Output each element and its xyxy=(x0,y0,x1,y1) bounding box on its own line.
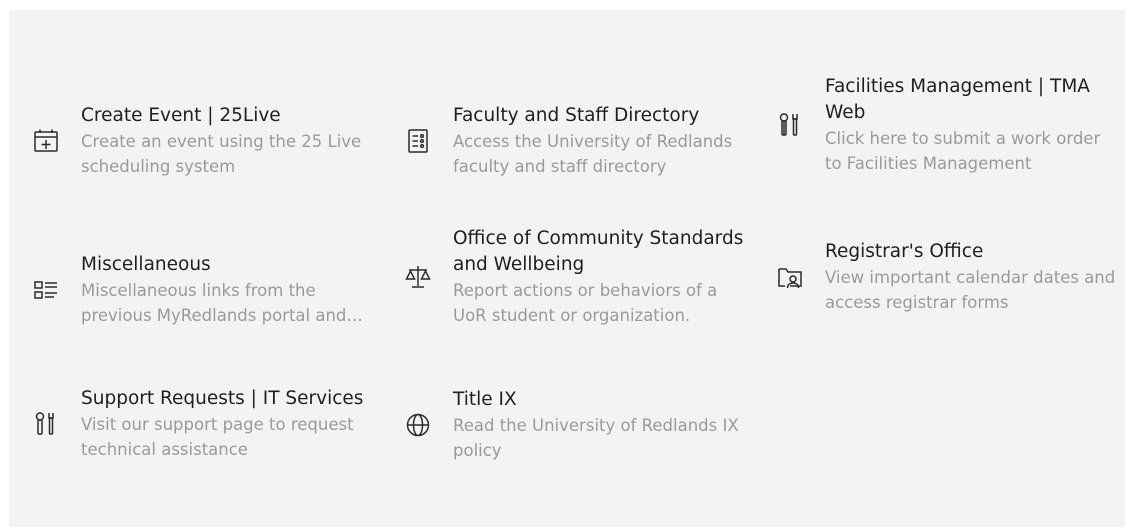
tile-description: Miscellaneous links from the previous My… xyxy=(81,281,347,325)
tile-description: Access the University of Redlands facult… xyxy=(453,132,733,176)
tile-title: Title IX xyxy=(453,389,517,410)
tile-title: Create Event | 25Live xyxy=(81,105,281,126)
tile-miscellaneous[interactable]: Miscellaneous Miscellaneous links from t… xyxy=(33,225,373,355)
globe-icon xyxy=(405,412,431,438)
folder-person-icon xyxy=(777,264,803,290)
list-icon xyxy=(33,277,59,303)
tile-office-community-standards[interactable]: Office of Community Standards and Wellbe… xyxy=(405,212,745,342)
tile-create-event[interactable]: Create Event | 25Live Create an event us… xyxy=(33,76,373,206)
tile-title: Facilities Management | TMA Web xyxy=(825,76,1090,123)
tools-icon xyxy=(33,411,59,437)
tile-support-requests[interactable]: Support Requests | IT Services Visit our… xyxy=(33,359,373,489)
tile-description: View important calendar dates and access… xyxy=(825,268,1116,312)
tile-description: Report actions or behaviors of a UoR stu… xyxy=(453,281,718,325)
contact-book-icon xyxy=(405,128,431,154)
quick-links-panel: Create Event | 25Live Create an event us… xyxy=(9,10,1125,527)
tile-registrars-office[interactable]: Registrar's Office View important calend… xyxy=(777,212,1117,342)
tile-title: Miscellaneous xyxy=(81,254,211,275)
tile-title: Faculty and Staff Directory xyxy=(453,105,700,126)
tile-title-ix[interactable]: Title IX Read the University of Redlands… xyxy=(405,360,745,490)
tile-faculty-staff-directory[interactable]: Faculty and Staff Directory Access the U… xyxy=(405,76,745,206)
tile-description: Click here to submit a work order to Fac… xyxy=(825,129,1101,173)
tile-description: Visit our support page to request techni… xyxy=(81,415,354,459)
tile-title: Office of Community Standards and Wellbe… xyxy=(453,228,744,275)
scales-icon xyxy=(405,264,431,290)
tile-description: Read the University of Redlands IX polic… xyxy=(453,416,739,460)
tile-description: Create an event using the 25 Live schedu… xyxy=(81,132,362,176)
tile-title: Registrar's Office xyxy=(825,241,984,262)
tools-icon xyxy=(777,112,803,138)
tile-facilities-management[interactable]: Facilities Management | TMA Web Click he… xyxy=(777,60,1117,190)
calendar-add-icon xyxy=(33,128,59,154)
tile-title: Support Requests | IT Services xyxy=(81,388,364,409)
